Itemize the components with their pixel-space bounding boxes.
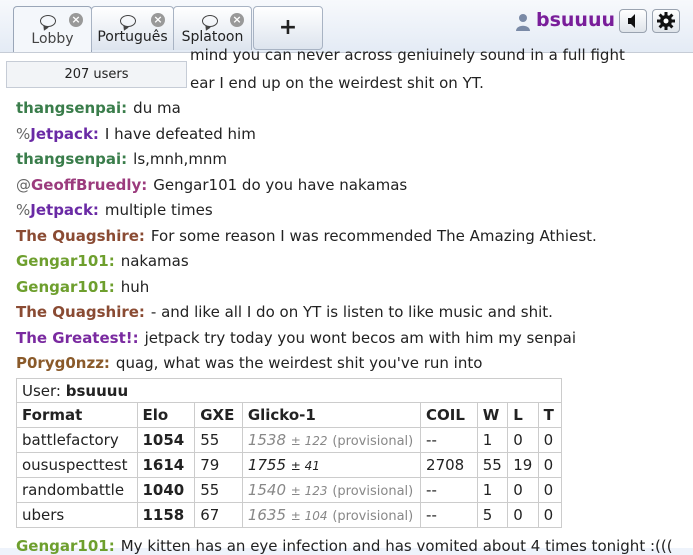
tab-label: Lobby [31,31,74,47]
message-author[interactable]: Gengar101: [16,537,115,555]
tab-lobby[interactable]: × Lobby [13,6,92,52]
message-author[interactable]: Jetpack: [30,201,99,219]
table-row: oususpecttest 1614 79 1755 ± 41 2708 55 … [16,452,563,478]
current-username[interactable]: bsuuuu [536,9,615,31]
rating-table: User: bsuuuu Format Elo GXE Glicko-1 COI… [16,378,563,528]
rating-username[interactable]: bsuuuu [66,382,128,400]
top-header: × Lobby × Português × Splatoon + bsuuuu [0,0,693,52]
chat-message: mind you can never across geniuinely sou… [190,46,625,64]
message-rank: % [16,125,31,143]
chat-message: ear I end up on the weirdest shit on YT. [190,74,484,92]
chat-message: %Jetpack: multiple times [16,201,213,219]
gear-icon [657,12,675,30]
message-author[interactable]: GeoffBruedly: [31,176,147,194]
message-text: multiple times [104,201,213,219]
chat-message: Gengar101: nakamas [16,252,189,270]
message-author[interactable]: thangsenpai: [16,99,127,117]
message-text: ls,mnh,mnm [133,150,228,168]
chat-bubble-icon [202,15,218,27]
message-rank: @ [16,176,31,194]
col-coil: COIL [420,402,478,428]
table-row: ubers 1158 67 1635 ± 104 (provisional) -… [16,502,563,528]
message-rank: % [16,201,31,219]
chat-message: Gengar101: My kitten has an eye infection… [16,537,673,555]
new-tab-button[interactable]: + [253,6,323,50]
message-text: du ma [133,99,181,117]
message-author[interactable]: The Quagshire: [16,227,145,245]
message-text: My kitten has an eye infection and has v… [120,537,673,555]
close-icon[interactable]: × [69,13,83,27]
message-author[interactable]: The Greatest!: [16,329,139,347]
sound-button[interactable] [619,9,647,33]
user-icon [516,14,530,31]
chat-message: thangsenpai: du ma [16,99,181,117]
close-icon[interactable]: × [151,13,165,27]
col-t: T [537,402,563,428]
chat-message: @GeoffBruedly: Gengar101 do you have naka… [16,176,407,194]
col-elo: Elo [136,402,196,428]
chat-message: Gengar101: huh [16,278,149,296]
chat-message: P0ryg0nzz: quag, what was the weirdest sh… [16,354,482,372]
message-author[interactable]: thangsenpai: [16,150,127,168]
message-text: quag, what was the weirdest shit you've … [115,354,483,372]
message-text: Gengar101 do you have nakamas [153,176,408,194]
col-w: W [476,402,509,428]
message-text: For some reason I was recommended The Am… [150,227,597,245]
message-author[interactable]: Jetpack: [30,125,99,143]
speaker-icon [628,14,635,28]
message-text: huh [120,278,150,296]
table-row: battlefactory 1054 55 1538 ± 122 (provis… [16,427,563,453]
chat-message: %Jetpack: I have defeated him [16,125,256,143]
message-author[interactable]: The Quagshire: [16,303,145,321]
message-author[interactable]: Gengar101: [16,252,115,270]
chat-message: The Quagshire: For some reason I was reco… [16,227,597,245]
message-text: - and like all I do on YT is listen to l… [150,303,553,321]
col-glicko: Glicko-1 [241,402,422,428]
rating-user: User: bsuuuu [16,378,562,403]
tab-label: Splatoon [181,29,244,45]
message-text: jetpack try today you wont becos am with… [144,329,576,347]
table-row: randombattle 1040 55 1540 ± 123 (provisi… [16,477,563,503]
tab-portugues[interactable]: × Português [91,6,174,50]
chat-bubble-icon [120,15,136,27]
close-icon[interactable]: × [230,13,244,27]
tab-splatoon[interactable]: × Splatoon [173,6,252,50]
rating-header-row: Format Elo GXE Glicko-1 COIL W L T [16,402,563,428]
message-author[interactable]: P0ryg0nzz: [16,354,110,372]
col-l: L [507,402,539,428]
col-gxe: GXE [194,402,243,428]
message-text: I have defeated him [104,125,256,143]
chat-message: The Quagshire: - and like all I do on YT … [16,303,553,321]
message-author[interactable]: Gengar101: [16,278,115,296]
col-format: Format [16,402,138,428]
userlist-count[interactable]: 207 users [6,61,187,88]
settings-button[interactable] [652,9,680,33]
tab-label: Português [97,29,168,45]
chat-message: thangsenpai: ls,mnh,mnm [16,150,227,168]
chat-bubble-icon [40,15,56,27]
chat-message: The Greatest!: jetpack try today you wont… [16,329,576,347]
message-text: nakamas [120,252,189,270]
